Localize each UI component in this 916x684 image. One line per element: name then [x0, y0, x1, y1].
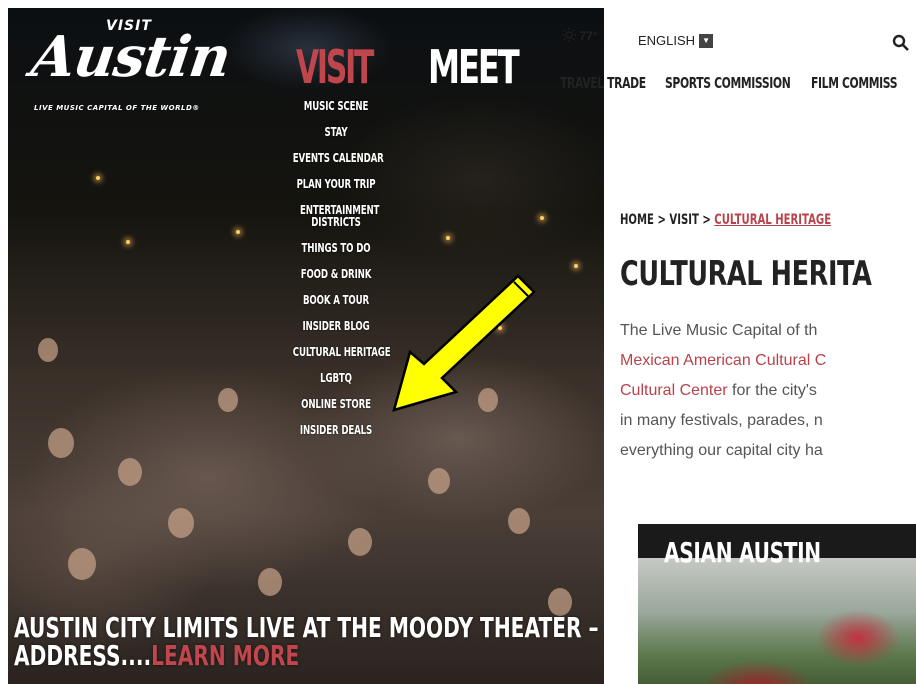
breadcrumb: HOME > VISIT > CULTURAL HERITAGE — [620, 212, 831, 228]
crowd-figure — [48, 428, 74, 458]
logo-tagline: LIVE MUSIC CAPITAL OF THE WORLD® — [34, 104, 200, 112]
crowd-figure — [508, 508, 530, 534]
hero-caption-address: ADDRESS.... — [14, 639, 152, 672]
hero-caption-line1: AUSTIN CITY LIMITS LIVE AT THE MOODY THE… — [14, 611, 628, 644]
hero-caption-line2: ADDRESS....LEARN MORE — [14, 642, 446, 670]
language-select[interactable]: ENGLISH ▼ — [638, 33, 714, 48]
stage-light — [574, 264, 578, 268]
menu-item-music-scene[interactable]: MUSIC SCENE — [293, 98, 379, 116]
menu-item-plan-your-trip[interactable]: PLAN YOUR TRIP — [293, 168, 379, 194]
menu-item-cultural-heritage[interactable]: CULTURAL HERITAGE — [293, 336, 391, 362]
crowd-figure — [258, 568, 282, 596]
intro-line-rest: for the city's — [727, 382, 817, 399]
menu-item-things-to-do[interactable]: THINGS TO DO — [293, 232, 379, 258]
menu-item-insider-blog[interactable]: INSIDER BLOG — [293, 310, 379, 336]
crowd-figure — [218, 388, 238, 412]
utility-link-sports-commission[interactable]: SPORTS COMMISSION — [665, 74, 791, 92]
breadcrumb-separator: > — [698, 212, 715, 228]
intro-text: The Live Music Capital of th Mexican Ame… — [620, 316, 916, 466]
menu-item-entertainment-districts[interactable]: ENTERTAINMENT DISTRICTS — [300, 194, 379, 232]
intro-line: everything our capital city ha — [620, 442, 823, 459]
crowd-figure — [38, 338, 58, 362]
mexican-american-cultural-center-link[interactable]: Mexican American Cultural C — [620, 346, 916, 376]
crowd-figure — [118, 458, 142, 486]
breadcrumb-separator: > — [653, 212, 670, 228]
sun-icon — [562, 28, 576, 42]
page-title: CULTURAL HERITA — [620, 254, 872, 294]
menu-item-food-drink[interactable]: FOOD & DRINK — [293, 258, 379, 284]
nav-visit[interactable]: VISIT — [296, 40, 374, 94]
language-selected: ENGLISH — [638, 33, 696, 48]
breadcrumb-visit[interactable]: VISIT — [669, 212, 698, 228]
weather-temp: 77° — [579, 29, 598, 43]
visit-dropdown-menu: MUSIC SCENE STAY EVENTS CALENDAR PLAN YO… — [276, 98, 396, 440]
stage-light — [236, 230, 240, 234]
crowd-figure — [428, 468, 450, 494]
stage-light — [126, 240, 130, 244]
content-panel: HOME > VISIT > CULTURAL HERITAGE CULTURA… — [604, 198, 916, 684]
nav-meet[interactable]: MEET — [428, 40, 520, 94]
menu-item-insider-deals[interactable]: INSIDER DEALS — [293, 414, 379, 440]
crowd-figure — [168, 508, 194, 538]
menu-item-book-a-tour[interactable]: BOOK A TOUR — [293, 284, 379, 310]
visit-austin-logo[interactable]: VISIT Austin LIVE MUSIC CAPITAL OF THE W… — [27, 18, 258, 118]
breadcrumb-home[interactable]: HOME — [620, 212, 654, 228]
utility-nav: TRAVEL TRADE SPORTS COMMISSION FILM COMM… — [560, 74, 916, 92]
intro-line: The Live Music Capital of th — [620, 322, 818, 339]
weather-widget: 77° — [562, 28, 598, 43]
utility-link-film-commission[interactable]: FILM COMMISS — [811, 74, 898, 92]
search-icon[interactable] — [892, 34, 910, 52]
crowd-figure — [68, 548, 96, 580]
stage-light — [96, 176, 100, 180]
logo-austin-text: Austin — [27, 24, 235, 90]
stage-light — [446, 236, 450, 240]
intro-line: Cultural Center for the city's — [620, 376, 916, 406]
hero-caption[interactable]: AUSTIN CITY LIMITS LIVE AT THE MOODY THE… — [14, 611, 628, 670]
breadcrumb-current[interactable]: CULTURAL HERITAGE — [714, 212, 831, 228]
card-image — [638, 558, 916, 684]
intro-line: in many festivals, parades, n — [620, 412, 823, 429]
crowd-figure — [348, 528, 372, 556]
dropdown-caret-icon: ▼ — [699, 33, 714, 48]
crowd-figure — [478, 388, 498, 412]
menu-item-lgbtq[interactable]: LGBTQ — [293, 362, 379, 388]
menu-item-stay[interactable]: STAY — [293, 116, 379, 142]
menu-item-events-calendar[interactable]: EVENTS CALENDAR — [293, 142, 384, 168]
learn-more-link[interactable]: LEARN MORE — [151, 639, 299, 672]
asian-austin-card[interactable]: ASIAN AUSTIN — [638, 524, 916, 684]
stage-light — [540, 216, 544, 220]
card-title: ASIAN AUSTIN — [664, 536, 821, 569]
menu-item-online-store[interactable]: ONLINE STORE — [293, 388, 379, 414]
utility-link-travel-trade[interactable]: TRAVEL TRADE — [560, 74, 646, 92]
stage-light — [498, 326, 502, 330]
cultural-center-link[interactable]: Cultural Center — [620, 382, 728, 399]
